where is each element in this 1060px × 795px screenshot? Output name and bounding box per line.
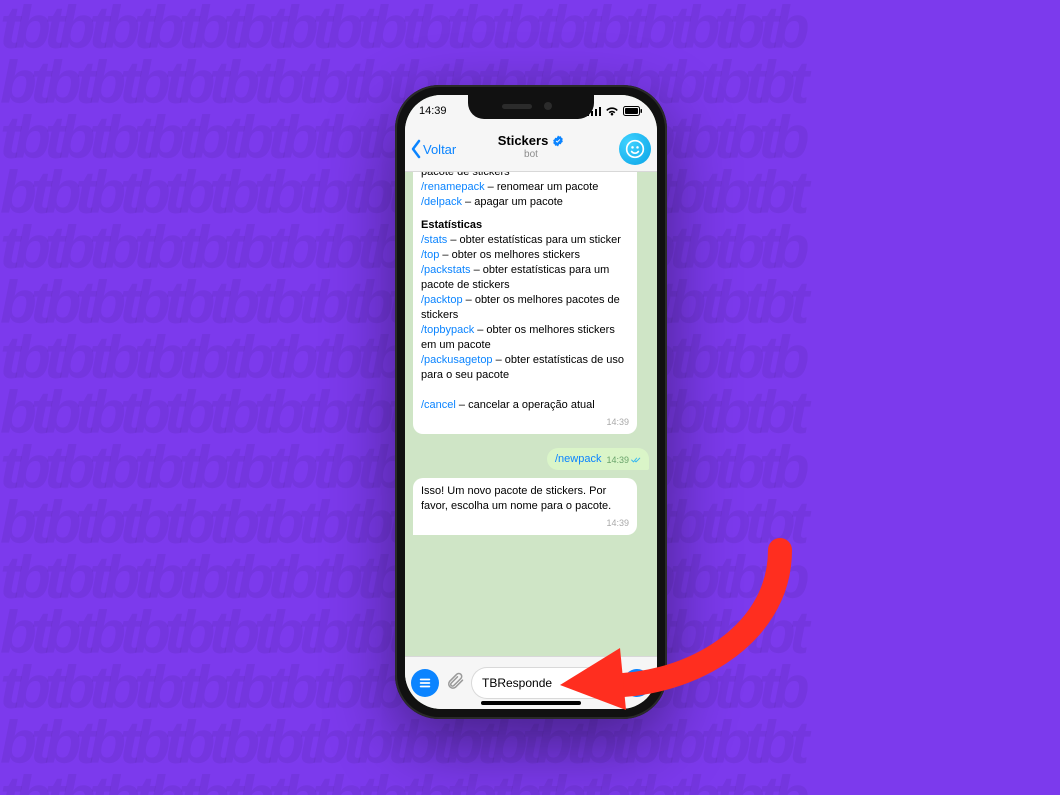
chat-avatar[interactable] — [619, 133, 651, 165]
cmd-renamepack[interactable]: /renamepack — [421, 181, 485, 193]
verified-badge-icon — [552, 135, 564, 147]
bot-message-commands[interactable]: pacote de stickers /renamepack – renomea… — [413, 171, 637, 434]
menu-icon — [418, 676, 432, 690]
reply-text: Isso! Um novo pacote de stickers. Por fa… — [421, 485, 611, 512]
message-time: 14:39 — [421, 516, 629, 531]
cmd-packstats[interactable]: /packstats — [421, 264, 471, 276]
sticker-bot-icon — [625, 139, 645, 159]
out-meta: 14:39 — [606, 455, 641, 465]
message-time: 14:39 — [421, 415, 629, 430]
message-input[interactable]: TBResponde — [471, 667, 617, 699]
phone-frame: 14:39 Voltar Stickers — [395, 85, 667, 719]
out-cmd-newpack: /newpack — [555, 453, 601, 465]
cmd-packusagetop[interactable]: /packusagetop — [421, 354, 493, 366]
cmd-topbypack[interactable]: /topbypack — [421, 324, 474, 336]
out-time: 14:39 — [606, 455, 629, 465]
home-indicator — [481, 701, 581, 705]
msg-line: – obter estatísticas para um sticker — [447, 234, 621, 246]
send-button[interactable] — [623, 669, 651, 697]
cmd-cancel[interactable]: /cancel — [421, 399, 456, 411]
cmd-stats[interactable]: /stats — [421, 234, 447, 246]
phone-screen: 14:39 Voltar Stickers — [405, 95, 657, 709]
status-indicators — [587, 106, 643, 116]
bot-message-reply[interactable]: Isso! Um novo pacote de stickers. Por fa… — [413, 478, 637, 535]
chat-title: Stickers — [498, 133, 549, 148]
cmd-top[interactable]: /top — [421, 249, 439, 261]
attach-button[interactable] — [445, 671, 465, 696]
cmd-delpack[interactable]: /delpack — [421, 196, 462, 208]
msg-line: – renomear um pacote — [485, 181, 599, 193]
msg-line: – obter os melhores stickers — [439, 249, 580, 261]
arrow-up-icon — [630, 676, 644, 690]
section-header-stats: Estatísticas — [421, 218, 629, 233]
msg-line: – cancelar a operação atual — [456, 399, 595, 411]
commands-menu-button[interactable] — [411, 669, 439, 697]
battery-icon — [623, 106, 643, 116]
chat-navbar: Voltar Stickers bot — [405, 127, 657, 172]
message-input-value: TBResponde — [482, 676, 552, 690]
read-ticks-icon — [631, 456, 641, 464]
paperclip-icon — [445, 671, 465, 691]
msg-line: pacote de stickers — [421, 171, 510, 178]
wifi-icon — [605, 106, 619, 116]
chat-area[interactable]: pacote de stickers /renamepack – renomea… — [405, 171, 657, 657]
user-message-newpack[interactable]: /newpack 14:39 — [547, 448, 649, 470]
phone-notch — [468, 95, 594, 119]
status-time: 14:39 — [419, 105, 447, 117]
cmd-packtop[interactable]: /packtop — [421, 294, 463, 306]
stage: tbtbtbtbtbtbtbtbtbtbtbtbtbtbtbtbtbtb btb… — [0, 0, 1060, 795]
msg-line: – apagar um pacote — [462, 196, 563, 208]
